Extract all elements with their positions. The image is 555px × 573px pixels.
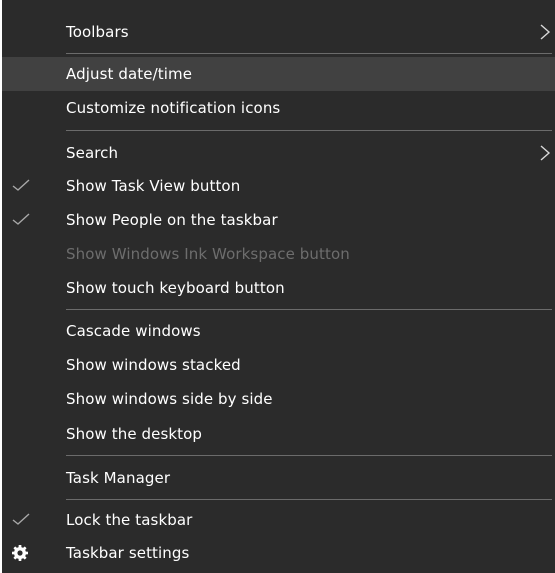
menu-item-search[interactable]: Search: [2, 136, 555, 170]
menu-item-show-windows-ink-workspace-button: Show Windows Ink Workspace button: [2, 237, 555, 271]
menu-item-label: Task Manager: [66, 469, 171, 487]
menu-separator: [66, 130, 552, 131]
taskbar-context-menu: Toolbars Adjust date/time Customize noti…: [2, 0, 555, 573]
gear-icon: [12, 545, 28, 561]
menu-item-label: Show the desktop: [66, 425, 203, 443]
menu-item-label: Search: [66, 144, 119, 162]
menu-item-label: Show touch keyboard button: [66, 279, 285, 297]
menu-separator: [66, 309, 552, 310]
checkmark-icon: [12, 179, 30, 191]
menu-item-label: Adjust date/time: [66, 65, 193, 83]
menu-item-label: Lock the taskbar: [66, 511, 193, 529]
menu-item-label: Show windows stacked: [66, 356, 241, 374]
menu-item-adjust-date-time[interactable]: Adjust date/time: [2, 57, 555, 91]
menu-separator: [66, 499, 552, 500]
menu-item-lock-the-taskbar[interactable]: Lock the taskbar: [2, 503, 555, 537]
menu-item-label: Toolbars: [66, 23, 129, 41]
menu-item-label: Show Task View button: [66, 177, 241, 195]
menu-item-label: Customize notification icons: [66, 99, 281, 117]
menu-item-show-task-view-button[interactable]: Show Task View button: [2, 169, 555, 203]
menu-item-label: Show People on the taskbar: [66, 211, 278, 229]
menu-item-show-the-desktop[interactable]: Show the desktop: [2, 417, 555, 451]
menu-item-show-windows-side-by-side[interactable]: Show windows side by side: [2, 382, 555, 416]
chevron-right-icon: [540, 145, 551, 161]
menu-item-customize-notification-icons[interactable]: Customize notification icons: [2, 91, 555, 125]
menu-item-task-manager[interactable]: Task Manager: [2, 461, 555, 495]
menu-item-label: Show Windows Ink Workspace button: [66, 245, 350, 263]
menu-separator: [66, 455, 552, 456]
menu-item-show-windows-stacked[interactable]: Show windows stacked: [2, 348, 555, 382]
menu-item-show-people-on-taskbar[interactable]: Show People on the taskbar: [2, 203, 555, 237]
menu-item-toolbars[interactable]: Toolbars: [2, 15, 555, 49]
menu-item-label: Show windows side by side: [66, 390, 273, 408]
chevron-right-icon: [540, 24, 551, 40]
checkmark-icon: [12, 213, 30, 225]
checkmark-icon: [12, 513, 30, 525]
menu-item-show-touch-keyboard-button[interactable]: Show touch keyboard button: [2, 271, 555, 305]
menu-item-label: Cascade windows: [66, 322, 201, 340]
menu-item-label: Taskbar settings: [66, 544, 190, 562]
menu-item-taskbar-settings[interactable]: Taskbar settings: [2, 536, 555, 570]
menu-item-cascade-windows[interactable]: Cascade windows: [2, 314, 555, 348]
menu-separator: [66, 53, 552, 54]
